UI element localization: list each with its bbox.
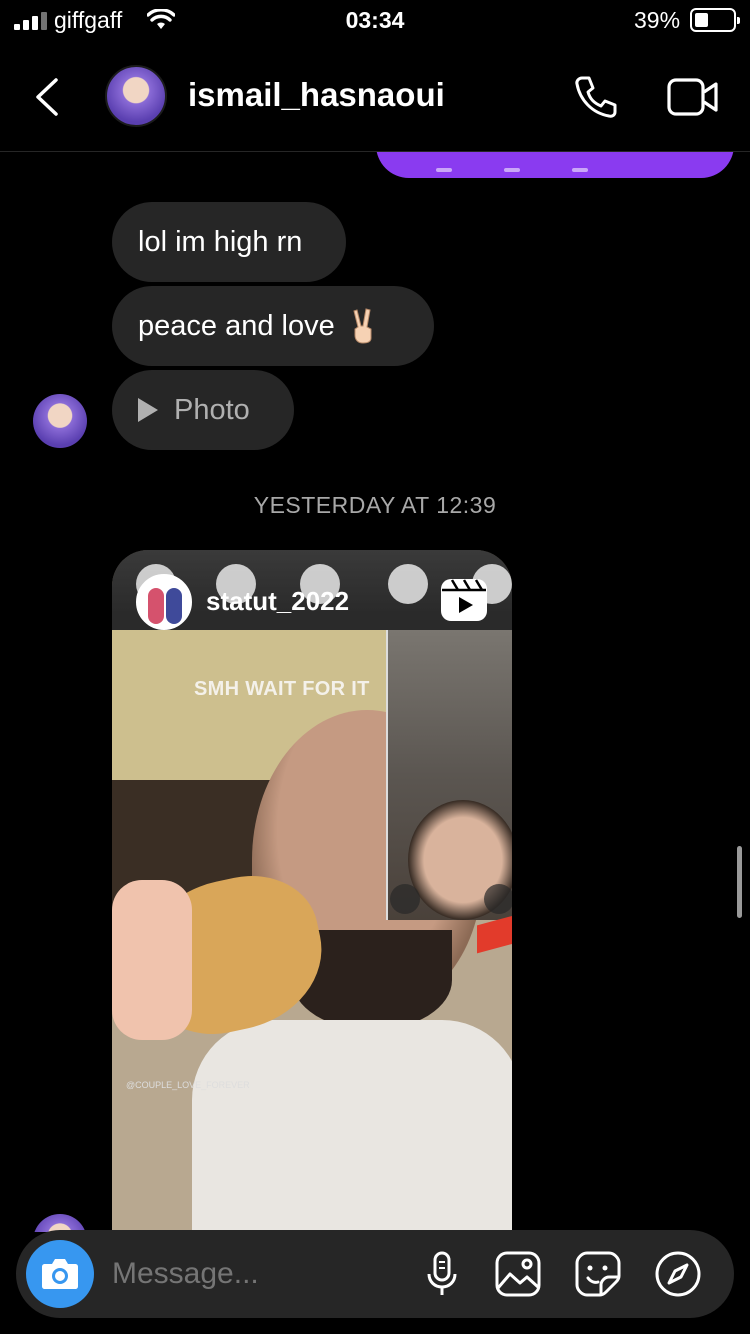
- phone-icon[interactable]: [570, 72, 620, 122]
- camera-flip-icon: [484, 884, 512, 914]
- gallery-icon[interactable]: [494, 1250, 542, 1298]
- reel-owner-avatar[interactable]: [136, 574, 192, 630]
- message-timestamp: YESTERDAY AT 12:39: [253, 492, 497, 518]
- battery-icon: [690, 8, 740, 32]
- reel-watermark: @COUPLE_LOVE_FOREVER: [126, 1080, 250, 1090]
- chat-header: ismail_hasnaoui: [0, 44, 750, 152]
- scrollbar[interactable]: [737, 846, 742, 918]
- sender-avatar[interactable]: [33, 394, 87, 448]
- received-message-bubble[interactable]: peace and love: [112, 286, 434, 366]
- reel-inset-video: [386, 630, 512, 920]
- received-message-bubble[interactable]: lol im high rn: [112, 202, 346, 282]
- avatar[interactable]: [105, 65, 167, 127]
- message-text: peace and love: [138, 309, 335, 342]
- peace-hand-emoji-icon: [353, 308, 372, 344]
- message-input[interactable]: [112, 1252, 412, 1296]
- battery-percentage: 39%: [634, 7, 681, 33]
- back-chevron-icon[interactable]: [28, 72, 68, 122]
- compass-icon[interactable]: [654, 1250, 702, 1298]
- message-text: Photo: [174, 393, 250, 426]
- reel-caption: SMH WAIT FOR IT: [194, 678, 370, 700]
- microphone-icon[interactable]: [418, 1250, 466, 1298]
- camera-icon: [42, 1259, 78, 1289]
- video-camera-icon[interactable]: [666, 76, 720, 118]
- reel-owner-username[interactable]: statut_2022: [206, 586, 349, 617]
- photo-message-bubble[interactable]: Photo: [112, 370, 294, 450]
- sticker-icon[interactable]: [574, 1250, 622, 1298]
- sent-message-bubble[interactable]: [376, 152, 734, 178]
- status-bar: giffgaff 03:34 39%: [0, 0, 750, 44]
- message-composer: [16, 1230, 734, 1318]
- message-text: lol im high rn: [138, 225, 303, 258]
- shared-reel-card[interactable]: SMH WAIT FOR IT @COUPLE_LOVE_FOREVER sta…: [112, 550, 512, 1232]
- camera-button[interactable]: [26, 1240, 94, 1308]
- reels-icon: [441, 579, 487, 621]
- star-icon: [390, 884, 420, 914]
- chat-username[interactable]: ismail_hasnaoui: [188, 76, 445, 114]
- message-thread[interactable]: lol im high rn peace and love Photo YEST…: [0, 152, 750, 1232]
- play-icon: [138, 398, 158, 422]
